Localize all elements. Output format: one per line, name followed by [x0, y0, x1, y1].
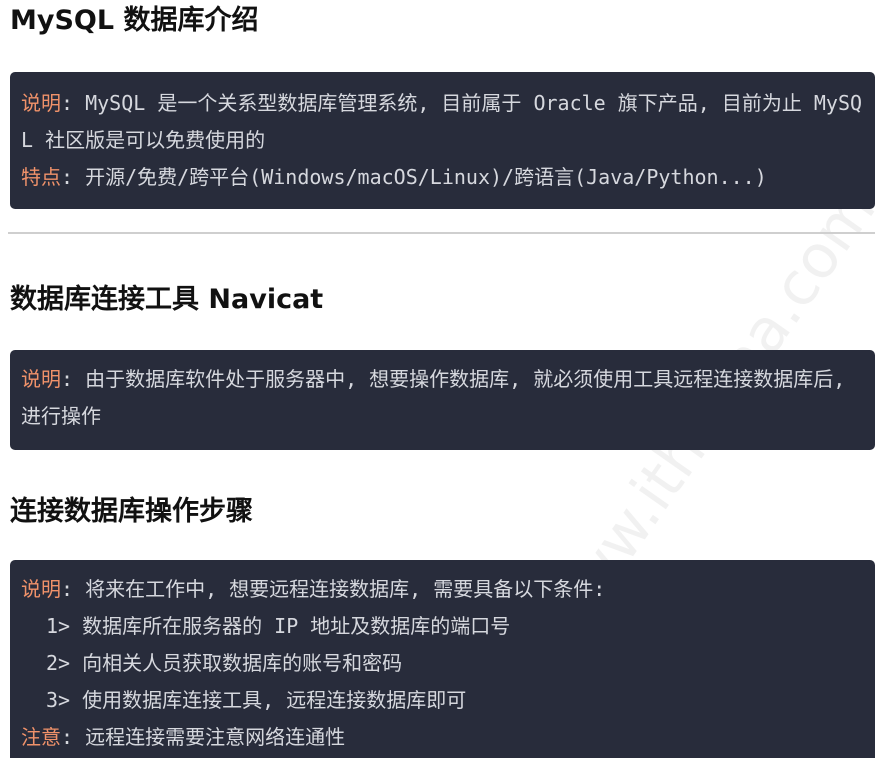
section-title-connection-steps: 连接数据库操作步骤 — [10, 496, 253, 527]
intro-description-line: 说明: MySQL 是一个关系型数据库管理系统, 目前属于 Oracle 旗下产… — [21, 91, 863, 152]
section-title-mysql-intro: MySQL 数据库介绍 — [10, 5, 259, 36]
features-key: 特点 — [21, 165, 61, 189]
description-key: 说明 — [21, 367, 61, 391]
note-line: 注意: 远程连接需要注意网络连通性 — [21, 725, 346, 749]
steps-description-text: 将来在工作中, 想要远程连接数据库, 需要具备以下条件: — [85, 577, 606, 601]
section-title-navicat: 数据库连接工具 Navicat — [10, 284, 324, 315]
step-item-2: 2> 向相关人员获取数据库的账号和密码 — [46, 651, 403, 675]
note-key: 注意 — [21, 725, 61, 749]
navicat-box: 说明: 由于数据库软件处于服务器中, 想要操作数据库, 就必须使用工具远程连接数… — [10, 350, 875, 450]
step-item-3: 3> 使用数据库连接工具, 远程连接数据库即可 — [46, 688, 467, 712]
navicat-description-line: 说明: 由于数据库软件处于服务器中, 想要操作数据库, 就必须使用工具远程连接数… — [21, 367, 858, 428]
intro-features-text: 开源/免费/跨平台(Windows/macOS/Linux)/跨语言(Java/… — [85, 165, 767, 189]
intro-features-line: 特点: 开源/免费/跨平台(Windows/macOS/Linux)/跨语言(J… — [21, 165, 767, 189]
navicat-description-text: 由于数据库软件处于服务器中, 想要操作数据库, 就必须使用工具远程连接数据库后,… — [21, 367, 858, 428]
connection-steps-box: 说明: 将来在工作中, 想要远程连接数据库, 需要具备以下条件: 1> 数据库所… — [10, 560, 875, 758]
section-divider — [8, 232, 875, 234]
description-key: 说明 — [21, 577, 61, 601]
steps-description-line: 说明: 将来在工作中, 想要远程连接数据库, 需要具备以下条件: — [21, 577, 606, 601]
mysql-intro-box: 说明: MySQL 是一个关系型数据库管理系统, 目前属于 Oracle 旗下产… — [10, 72, 875, 209]
description-key: 说明 — [21, 91, 61, 115]
step-item-1: 1> 数据库所在服务器的 IP 地址及数据库的端口号 — [46, 614, 511, 638]
intro-description-text: MySQL 是一个关系型数据库管理系统, 目前属于 Oracle 旗下产品, 目… — [21, 91, 863, 152]
note-text: 远程连接需要注意网络连通性 — [85, 725, 346, 749]
